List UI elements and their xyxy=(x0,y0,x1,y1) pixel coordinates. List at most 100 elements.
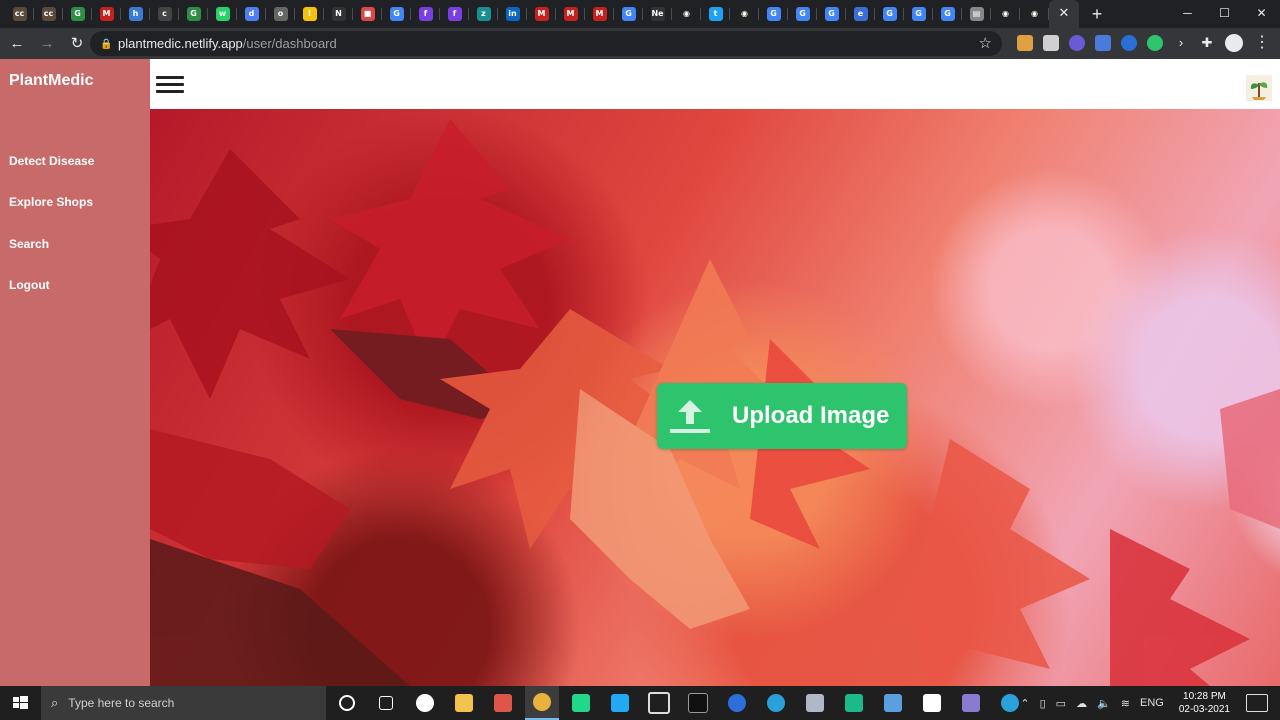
browser-tab[interactable]: G xyxy=(179,0,208,28)
browser-tab[interactable]: t xyxy=(701,0,730,28)
browser-tab[interactable]: M xyxy=(92,0,121,28)
browser-tab[interactable]: ◉ xyxy=(1020,0,1049,28)
profile-avatar[interactable] xyxy=(1225,34,1243,52)
browser-tab[interactable]: c xyxy=(150,0,179,28)
browser-tab[interactable]: ◉ xyxy=(991,0,1020,28)
plant-avatar-icon[interactable] xyxy=(1246,75,1272,101)
browser-tab[interactable]: G xyxy=(817,0,846,28)
browser-tab[interactable]: Ne xyxy=(643,0,672,28)
menu-dots-icon[interactable]: ⋮ xyxy=(1254,31,1270,55)
sourcetree-icon[interactable] xyxy=(486,686,520,720)
browser-tab[interactable]: z xyxy=(469,0,498,28)
tab-favicon-icon: cc xyxy=(41,7,56,21)
puzzle-icon[interactable]: ✚ xyxy=(1199,35,1215,51)
github-desktop-icon[interactable] xyxy=(408,686,442,720)
telegram-icon[interactable] xyxy=(759,686,793,720)
browser-tab[interactable]: cc xyxy=(5,0,34,28)
grammarly-icon[interactable] xyxy=(1147,35,1163,51)
notification-icon[interactable] xyxy=(1246,694,1268,712)
app-icon[interactable] xyxy=(798,686,832,720)
browser-tab[interactable]: f xyxy=(411,0,440,28)
maximize-button[interactable]: ☐ xyxy=(1206,0,1243,28)
forward-icon[interactable]: → xyxy=(34,31,60,57)
bookmark-star-icon[interactable]: ☆ xyxy=(979,34,992,52)
browser-tab[interactable]: M xyxy=(585,0,614,28)
browser-tab[interactable]: M xyxy=(527,0,556,28)
browser-tab[interactable]: d xyxy=(237,0,266,28)
browser-tab[interactable]: G xyxy=(875,0,904,28)
wifi-icon[interactable]: ≋ xyxy=(1121,697,1130,710)
close-tab-icon[interactable]: ✕ xyxy=(1057,7,1071,21)
browser-tab[interactable]: o xyxy=(266,0,295,28)
brand-logo[interactable]: PlantMedic xyxy=(9,72,93,90)
sidebar: PlantMedic Detect Disease Explore Shops … xyxy=(0,59,150,686)
task-view-icon[interactable] xyxy=(369,686,403,720)
tab-favicon-icon: f xyxy=(447,7,462,21)
tab-favicon-icon: G xyxy=(621,7,636,21)
browser-tab[interactable]: e xyxy=(846,0,875,28)
terminal-icon[interactable] xyxy=(681,686,715,720)
extension-icon[interactable] xyxy=(1121,35,1137,51)
browser-tab[interactable]: w xyxy=(208,0,237,28)
browser-tab[interactable]: G xyxy=(759,0,788,28)
upload-image-button[interactable]: Upload Image xyxy=(657,383,907,449)
browser-tab[interactable]: ◉ xyxy=(672,0,701,28)
pycharm-edu-icon[interactable] xyxy=(837,686,871,720)
active-browser-tab[interactable]: ✕ xyxy=(1049,0,1079,28)
extension-icon[interactable] xyxy=(1017,35,1033,51)
browser-tab[interactable]: G xyxy=(614,0,643,28)
browser-tab[interactable]: G xyxy=(904,0,933,28)
browser-tab[interactable]: h xyxy=(121,0,150,28)
vscode-icon[interactable] xyxy=(603,686,637,720)
minimize-button[interactable]: ─ xyxy=(1169,0,1206,28)
translate-icon[interactable] xyxy=(1095,35,1111,51)
battery-icon[interactable]: ▭ xyxy=(1056,697,1066,710)
cortana-icon[interactable] xyxy=(330,686,364,720)
browser-tab[interactable]: G xyxy=(933,0,962,28)
remote-desktop-icon[interactable] xyxy=(876,686,910,720)
nav-detect-disease[interactable]: Detect Disease xyxy=(9,154,94,168)
browser-tab[interactable]: M xyxy=(556,0,585,28)
browser-tab[interactable]: ■ xyxy=(353,0,382,28)
nav-explore-shops[interactable]: Explore Shops xyxy=(9,195,93,209)
volume-icon[interactable]: 🔈 xyxy=(1097,697,1111,710)
nav-search[interactable]: Search xyxy=(9,237,49,251)
browser-tab[interactable]: cc xyxy=(34,0,63,28)
chevron-up-icon[interactable]: ⌃ xyxy=(1020,697,1029,710)
app-icon[interactable] xyxy=(954,686,988,720)
chrome-taskbar-icon[interactable] xyxy=(525,686,559,720)
device-icon[interactable]: ▯ xyxy=(1040,697,1046,710)
extension-icon[interactable] xyxy=(1069,35,1085,51)
3d-viewer-icon[interactable] xyxy=(642,686,676,720)
windows-start-icon[interactable] xyxy=(0,686,40,720)
browser-tab[interactable]: G xyxy=(382,0,411,28)
browser-tab[interactable]: ▤ xyxy=(962,0,991,28)
taskbar-search-box[interactable]: ⌕ Type here to search xyxy=(41,686,326,720)
language-indicator[interactable]: ENG xyxy=(1140,697,1164,709)
browser-tab[interactable]: in xyxy=(498,0,527,28)
tab-favicon-icon: t xyxy=(708,7,723,21)
extension-icon[interactable] xyxy=(1043,35,1059,51)
address-bar[interactable]: 🔒 plantmedic.netlify.app/user/dashboard … xyxy=(90,31,1002,56)
wps-icon[interactable] xyxy=(720,686,754,720)
clock[interactable]: 10:28 PM 02-03-2021 xyxy=(1179,690,1230,716)
file-explorer-icon[interactable] xyxy=(447,686,481,720)
browser-tab[interactable]: N xyxy=(324,0,353,28)
tab-strip: cc cc G Mh c Gw d o i N ■ Gf f z in M M M G Ne ◉ t ◉ G G Ge G G G ▤ ◉ ◉… xyxy=(0,0,1280,28)
cloud-icon[interactable]: ☁ xyxy=(1076,697,1087,710)
back-icon[interactable]: ← xyxy=(4,31,30,57)
nav-logout[interactable]: Logout xyxy=(9,278,50,292)
new-tab-button[interactable]: + xyxy=(1083,0,1111,28)
browser-tab[interactable]: ◉ xyxy=(730,0,759,28)
hamburger-menu-icon[interactable] xyxy=(156,76,184,100)
browser-tab[interactable]: i xyxy=(295,0,324,28)
pycharm-icon[interactable] xyxy=(564,686,598,720)
close-window-button[interactable]: ✕ xyxy=(1243,0,1280,28)
chevron-right-icon[interactable]: › xyxy=(1173,35,1189,51)
notepad-icon[interactable] xyxy=(915,686,949,720)
browser-tab[interactable]: G xyxy=(788,0,817,28)
browser-tab[interactable]: f xyxy=(440,0,469,28)
reload-icon[interactable]: ↻ xyxy=(64,31,90,57)
browser-tab[interactable]: G xyxy=(63,0,92,28)
tab-favicon-icon: f xyxy=(418,7,433,21)
